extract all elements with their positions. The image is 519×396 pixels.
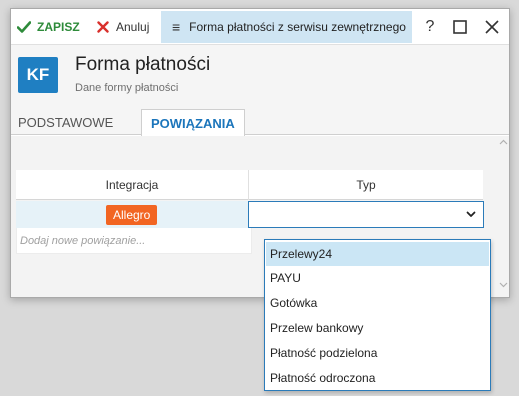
toolbar: ZAPISZ Anuluj ≡ Forma płatności z serwis…	[11, 9, 509, 45]
tab-bar: PODSTAWOWE POWIĄZANIA	[11, 109, 509, 136]
window-title: Forma płatności z serwisu zewnętrznego	[189, 20, 406, 34]
column-header-type[interactable]: Typ	[249, 170, 483, 200]
add-link-input[interactable]	[20, 228, 248, 253]
grid-header: Integracja Typ	[16, 170, 483, 200]
dropdown-option-przelewy24[interactable]: Przelewy24	[266, 242, 489, 266]
dropdown-option-split-payment[interactable]: Płatność podzielona	[266, 341, 489, 365]
dropdown-option-cash[interactable]: Gotówka	[266, 291, 489, 315]
cancel-label: Anuluj	[116, 20, 150, 34]
maximize-button[interactable]	[445, 9, 475, 45]
chevron-down-icon	[466, 211, 476, 217]
square-icon	[453, 20, 467, 34]
table-row[interactable]: Allegro	[16, 201, 484, 228]
tab-basic[interactable]: PODSTAWOWE	[18, 109, 113, 135]
help-button[interactable]: ?	[415, 9, 445, 45]
column-header-integration[interactable]: Integracja	[16, 170, 249, 200]
x-icon	[97, 21, 109, 33]
tab-links[interactable]: POWIĄZANIA	[141, 109, 245, 136]
save-label: ZAPISZ	[37, 20, 80, 34]
help-label: ?	[425, 18, 435, 35]
close-button[interactable]	[477, 9, 507, 45]
dropdown-option-bank-transfer[interactable]: Przelew bankowy	[266, 316, 489, 340]
check-icon	[17, 21, 31, 33]
dropdown-option-deferred-payment[interactable]: Płatność odroczona	[266, 366, 489, 390]
hamburger-icon: ≡	[172, 19, 181, 35]
scroll-down-icon[interactable]	[499, 282, 508, 288]
avatar: KF	[18, 57, 58, 93]
type-dropdown-list: Przelewy24 PAYU Gotówka Przelew bankowy …	[264, 239, 491, 391]
form-header: KF Forma płatności Dane formy płatności	[11, 45, 509, 109]
dropdown-option-payu[interactable]: PAYU	[266, 266, 489, 290]
window-menu-button[interactable]: ≡ Forma płatności z serwisu zewnętrznego	[161, 11, 412, 43]
type-select[interactable]	[248, 201, 484, 228]
scroll-up-icon[interactable]	[499, 139, 508, 145]
cancel-button[interactable]: Anuluj	[97, 9, 149, 45]
save-button[interactable]: ZAPISZ	[17, 9, 80, 45]
page-title: Forma płatności	[75, 54, 211, 75]
scrollbar[interactable]	[497, 136, 509, 297]
close-icon	[485, 20, 499, 34]
integration-badge: Allegro	[106, 205, 158, 225]
add-row	[16, 228, 252, 254]
page-subtitle: Dane formy płatności	[75, 82, 179, 94]
